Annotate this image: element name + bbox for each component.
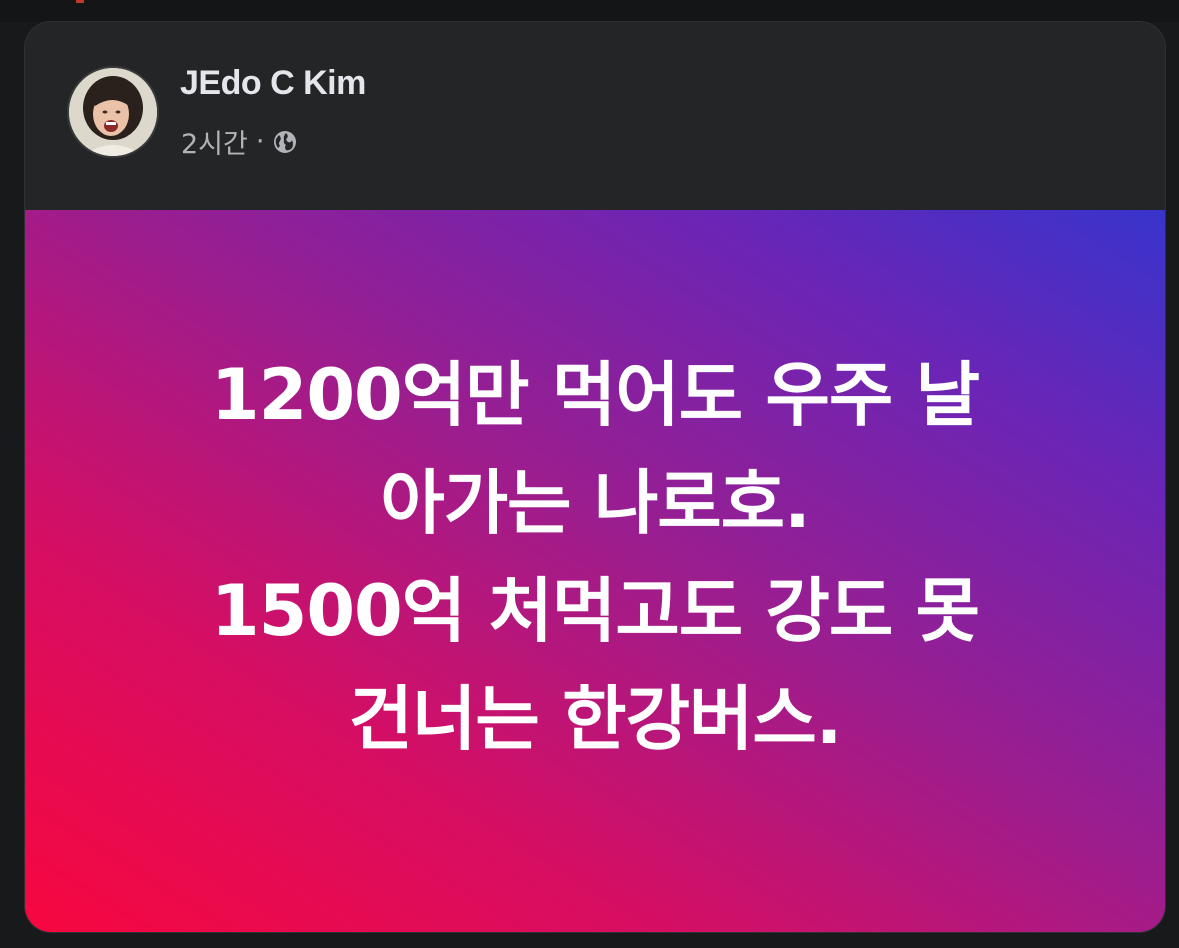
- post-header: JEdo C Kim 2시간 ·: [25, 22, 1165, 210]
- post-background: 1200억만 먹어도 우주 날 아가는 나로호. 1500억 처먹고도 강도 못…: [25, 210, 1165, 932]
- post-text-line: 아가는 나로호.: [380, 462, 810, 544]
- top-mark: [76, 0, 84, 3]
- post-text-line: 건너는 한강버스.: [348, 678, 843, 760]
- meta-separator: ·: [255, 126, 265, 157]
- post-text-line: 1500억 처먹고도 강도 못: [210, 570, 980, 652]
- globe-icon[interactable]: [272, 129, 298, 155]
- author-name[interactable]: JEdo C Kim: [180, 64, 366, 103]
- post-time[interactable]: 2시간: [181, 122, 248, 161]
- post-meta: 2시간 ·: [181, 122, 298, 161]
- avatar[interactable]: [69, 68, 157, 156]
- top-strip: [0, 0, 1179, 22]
- avatar-image: [69, 68, 157, 156]
- post-card: JEdo C Kim 2시간 · 1200억만 먹어도 우주 날 아가는 나로호…: [25, 22, 1165, 932]
- post-text: 1200억만 먹어도 우주 날 아가는 나로호. 1500억 처먹고도 강도 못…: [115, 341, 1075, 773]
- post-text-line: 1200억만 먹어도 우주 날: [210, 354, 980, 436]
